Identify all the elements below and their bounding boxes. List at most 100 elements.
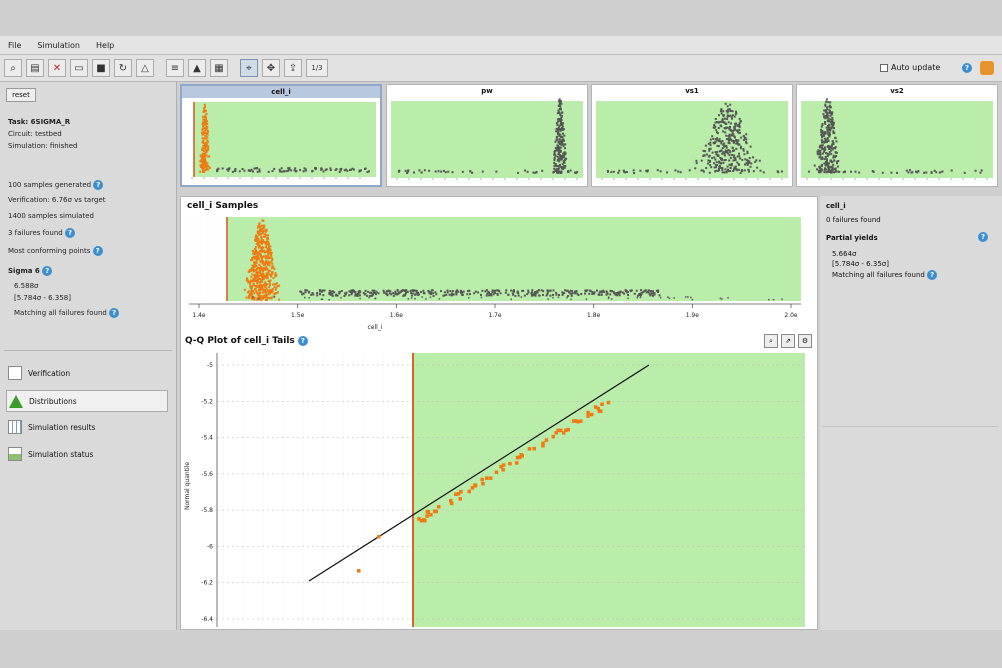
sample-point — [423, 169, 426, 172]
sample-point — [344, 168, 347, 171]
view-list-button[interactable]: ≡ — [166, 59, 184, 77]
stop-button[interactable]: ■ — [92, 59, 110, 77]
fail-sample — [250, 279, 253, 282]
help-icon[interactable]: ? — [64, 228, 75, 238]
help-icon[interactable]: ? — [297, 336, 308, 346]
thumb-cell-i[interactable]: cell_i — [180, 84, 382, 187]
fail-sample — [271, 271, 274, 274]
fail-sample — [247, 281, 250, 284]
auto-update-checkbox[interactable] — [880, 63, 888, 72]
sample-point — [429, 291, 432, 294]
sample-point — [673, 297, 675, 299]
sample-point — [368, 296, 370, 299]
fail-sample — [257, 252, 260, 255]
sample-point — [705, 167, 708, 169]
save-button[interactable]: ▭ — [70, 59, 88, 77]
help-icon[interactable]: ? — [42, 266, 53, 276]
fail-sample — [269, 289, 271, 292]
sample-point — [564, 143, 567, 146]
select-tool-button[interactable]: ⌖ — [240, 59, 258, 77]
sample-point — [396, 289, 399, 291]
sample-point — [723, 154, 726, 157]
page-counter[interactable]: 1/3 — [306, 59, 328, 77]
sample-point — [325, 168, 328, 171]
sample-point — [737, 163, 740, 166]
thumb-histogram — [186, 102, 376, 179]
view-chart-button[interactable]: ▲ — [188, 59, 206, 77]
document-icon: ▤ — [30, 62, 40, 74]
pan-tool-button[interactable]: ✥ — [262, 59, 280, 77]
menu-file[interactable]: File — [0, 41, 29, 50]
sample-point — [821, 135, 824, 138]
sample-point — [375, 293, 377, 296]
sample-point — [826, 138, 829, 141]
nav-simulation-status[interactable]: Simulation status — [6, 443, 168, 465]
reset-button[interactable]: reset — [6, 88, 36, 102]
menu-help[interactable]: Help — [88, 41, 122, 50]
thumb-vs1[interactable]: vs1 — [591, 84, 793, 187]
pane-divider — [822, 426, 998, 427]
sample-point — [724, 127, 727, 130]
help-icon[interactable]: ? — [978, 232, 988, 242]
qq-zoom-button[interactable]: ⌕ — [764, 334, 778, 348]
fail-sample — [207, 155, 210, 158]
zoom-tool-button[interactable]: ⌕ — [4, 59, 22, 77]
help-icon[interactable]: ? — [93, 180, 104, 190]
qq-point — [586, 414, 590, 418]
sample-point — [425, 298, 427, 300]
sample-point — [718, 150, 721, 153]
sample-point — [348, 290, 351, 293]
sample-point — [554, 155, 557, 157]
export-button[interactable]: ⇪ — [284, 59, 302, 77]
sample-point — [305, 289, 308, 292]
sample-point — [559, 150, 562, 153]
sample-point — [331, 292, 334, 295]
view-grid-button[interactable]: ▦ — [210, 59, 228, 77]
clear-button[interactable]: ✕ — [48, 59, 66, 77]
sample-point — [713, 162, 715, 165]
help-icon[interactable]: ? — [92, 246, 103, 256]
sample-point — [720, 162, 723, 165]
fail-sample — [266, 299, 268, 301]
fail-sample — [258, 285, 261, 288]
qq-export-button[interactable]: ⇗ — [781, 334, 795, 348]
help-icon[interactable]: ? — [962, 63, 972, 73]
fail-sample — [199, 160, 202, 163]
fail-sample — [258, 263, 261, 266]
sample-point — [721, 298, 723, 300]
nav-simulation-results[interactable]: Simulation results — [6, 416, 168, 438]
open-button[interactable]: ▤ — [26, 59, 44, 77]
sample-point — [548, 289, 551, 292]
nav-verification[interactable]: Verification — [6, 362, 168, 384]
menu-simulation[interactable]: Simulation — [29, 41, 88, 50]
sample-point — [824, 164, 827, 167]
help-icon[interactable]: ? — [927, 270, 938, 280]
sample-point — [340, 290, 343, 292]
fail-sample — [263, 224, 266, 227]
sample-point — [560, 155, 563, 158]
help-icon[interactable]: ? — [109, 308, 120, 318]
sample-point — [759, 169, 762, 172]
sample-point — [546, 293, 549, 296]
sample-point — [835, 151, 838, 154]
rerun-button[interactable]: ↻ — [114, 59, 132, 77]
fail-sample — [255, 259, 258, 262]
nav-distributions[interactable]: Distributions — [6, 390, 168, 412]
sample-point — [362, 291, 365, 294]
sample-point — [830, 170, 833, 173]
grid-icon: ▦ — [214, 62, 224, 74]
warning-button[interactable]: △ — [136, 59, 154, 77]
fail-sample — [251, 273, 254, 276]
qq-point — [357, 569, 361, 573]
thumb-vs2[interactable]: vs2 — [796, 84, 998, 187]
thumb-pw[interactable]: pw — [386, 84, 588, 187]
auto-update-toggle[interactable]: Auto update — [880, 63, 940, 72]
sample-point — [492, 293, 495, 296]
sample-point — [469, 170, 472, 173]
sample-point — [687, 296, 689, 298]
sample-point — [530, 292, 533, 295]
sample-point — [477, 291, 480, 294]
sample-point — [584, 292, 586, 295]
qq-point — [458, 497, 462, 501]
qq-settings-button[interactable]: ⚙ — [798, 334, 812, 348]
